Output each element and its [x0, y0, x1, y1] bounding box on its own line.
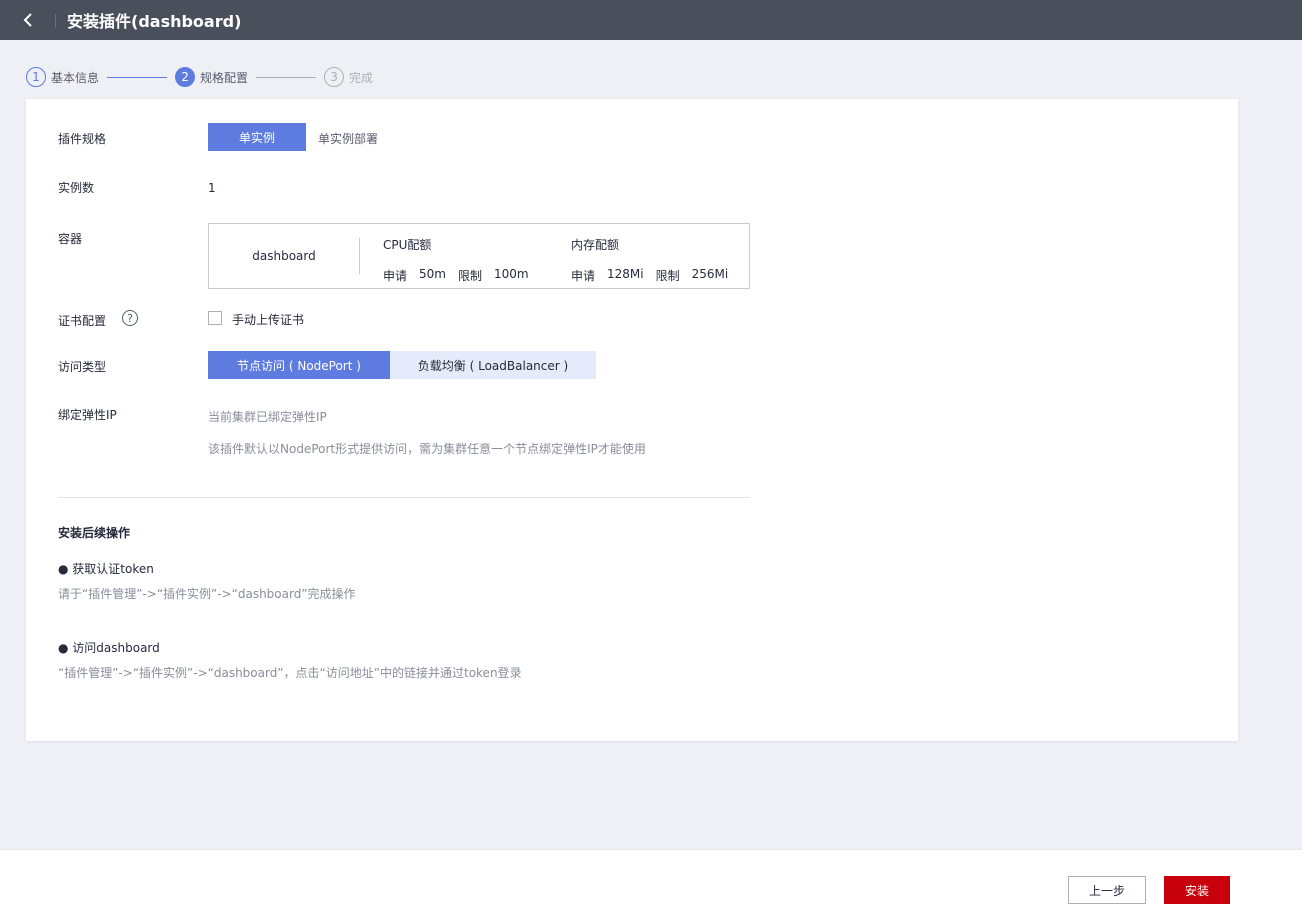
- config-card: 插件规格 单实例 单实例部署 实例数 1 容器 dashboard CPU配额 …: [26, 99, 1238, 741]
- access-nodeport-button[interactable]: 节点访问 ( NodePort ): [208, 351, 390, 379]
- memory-limit-label: 限制: [655, 269, 680, 283]
- post-item-token-desc: 请于“插件管理”->“插件实例”->“dashboard”完成操作: [58, 587, 356, 601]
- memory-quota-title: 内存配额: [571, 238, 620, 252]
- spec-option-single-button[interactable]: 单实例: [208, 123, 306, 151]
- memory-request-value: 128Mi: [607, 267, 644, 281]
- access-loadbalancer-button[interactable]: 负载均衡 ( LoadBalancer ): [390, 351, 596, 379]
- cpu-quota-title: CPU配额: [383, 238, 432, 252]
- divider: [359, 238, 360, 274]
- step-number: 3: [324, 67, 345, 87]
- step-basic-info: 1 基本信息: [26, 67, 99, 87]
- top-bar: 安装插件(dashboard): [0, 0, 1302, 40]
- memory-quota: 内存配额 申请 128Mi 限制 256Mi: [571, 236, 740, 284]
- page-title: 安装插件(dashboard): [67, 12, 242, 31]
- wizard-steps: 1 基本信息 2 规格配置 3 完成: [26, 67, 373, 87]
- step-label: 基本信息: [51, 70, 100, 85]
- post-item-dashboard-desc: “插件管理”->“插件实例”->“dashboard”，点击“访问地址”中的链接…: [58, 666, 522, 680]
- step-connector: [256, 76, 317, 78]
- previous-step-button[interactable]: 上一步: [1068, 876, 1146, 904]
- chevron-left-icon: [23, 13, 32, 27]
- manual-cert-checkbox-label[interactable]: 手动上传证书: [232, 311, 304, 328]
- container-quota-box: dashboard CPU配额 申请 50m 限制 100m 内存配额 申请 1…: [208, 223, 750, 289]
- cpu-limit-value: 100m: [494, 267, 529, 281]
- back-button[interactable]: [0, 0, 56, 40]
- help-icon[interactable]: ?: [122, 310, 138, 326]
- access-type-label: 访问类型: [58, 360, 107, 374]
- post-item-token-title: ● 获取认证token: [58, 562, 154, 576]
- install-button[interactable]: 安装: [1164, 876, 1230, 904]
- spec-description: 单实例部署: [318, 132, 379, 146]
- step-number: 1: [26, 67, 46, 87]
- instances-value: 1: [208, 181, 216, 195]
- manual-cert-checkbox[interactable]: [208, 311, 222, 325]
- cert-label: 证书配置: [58, 314, 107, 328]
- memory-request-label: 申请: [571, 269, 596, 283]
- container-label: 容器: [58, 232, 83, 246]
- step-label: 完成: [349, 70, 374, 85]
- footer-bar: 上一步 安装: [0, 849, 1302, 918]
- cpu-quota: CPU配额 申请 50m 限制 100m: [383, 236, 541, 284]
- eip-note: 该插件默认以NodePort形式提供访问，需为集群任意一个节点绑定弹性IP才能使…: [208, 442, 646, 456]
- cpu-request-value: 50m: [419, 267, 446, 281]
- section-divider: [58, 497, 750, 498]
- step-spec-config: 2 规格配置: [175, 67, 248, 87]
- step-label: 规格配置: [200, 70, 249, 85]
- container-name: dashboard: [252, 249, 316, 263]
- eip-status: 当前集群已绑定弹性IP: [208, 410, 327, 424]
- cpu-request-label: 申请: [383, 269, 408, 283]
- instances-label: 实例数: [58, 181, 95, 195]
- step-connector: [107, 76, 168, 78]
- spec-label: 插件规格: [58, 132, 107, 146]
- post-install-title: 安装后续操作: [58, 526, 131, 540]
- step-finish: 3 完成: [324, 67, 373, 87]
- post-item-dashboard-title: ● 访问dashboard: [58, 641, 160, 655]
- memory-limit-value: 256Mi: [691, 267, 729, 281]
- eip-label: 绑定弹性IP: [58, 408, 117, 422]
- cpu-limit-label: 限制: [457, 269, 482, 283]
- step-number: 2: [175, 67, 196, 87]
